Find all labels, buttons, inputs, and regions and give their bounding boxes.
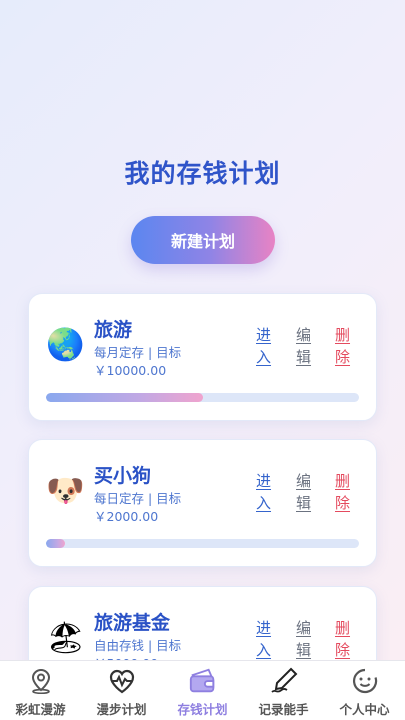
plan-card[interactable]: 🐶 买小狗 每日定存 | 目标 ￥2000.00 进入 编辑 删除	[28, 439, 377, 567]
heartbeat-icon	[107, 667, 137, 695]
tab-label: 漫步计划	[96, 702, 147, 717]
delete-link[interactable]: 删除	[335, 617, 355, 661]
plan-target-amount: ￥10000.00	[94, 363, 167, 378]
enter-link[interactable]: 进入	[256, 324, 276, 368]
edit-link[interactable]: 编辑	[296, 324, 316, 368]
tab-label: 彩虹漫游	[15, 702, 66, 717]
progress-bar	[46, 539, 359, 548]
progress-fill	[46, 539, 65, 548]
map-pin-icon	[26, 667, 56, 695]
edit-link[interactable]: 编辑	[296, 470, 316, 514]
plan-card[interactable]: 🌏 旅游 每月定存 | 目标 ￥10000.00 进入 编辑 删除	[28, 293, 377, 421]
plan-target-amount: ￥2000.00	[94, 509, 159, 524]
plan-name: 买小狗	[94, 465, 152, 487]
plan-name: 旅游	[94, 319, 133, 341]
plan-mode: 自由存钱 | 目标	[94, 638, 182, 653]
tab-rainbow-roam[interactable]: 彩虹漫游	[0, 661, 81, 720]
plan-description: 每月定存 | 目标 ￥10000.00	[94, 344, 194, 380]
tab-personal-center[interactable]: 个人中心	[324, 661, 405, 720]
edit-link[interactable]: 编辑	[296, 617, 316, 661]
smiley-icon	[350, 667, 380, 695]
tab-label: 存钱计划	[177, 702, 228, 717]
progress-bar	[46, 393, 359, 402]
enter-link[interactable]: 进入	[256, 617, 276, 661]
beach-icon: 🏖	[46, 620, 86, 656]
tab-record-master[interactable]: 记录能手	[243, 661, 324, 720]
plan-mode: 每月定存 | 目标	[94, 345, 182, 360]
dog-icon: 🐶	[46, 473, 85, 509]
globe-icon: 🌏	[46, 327, 85, 363]
plan-mode: 每日定存 | 目标	[94, 491, 182, 506]
wallet-icon	[188, 667, 218, 695]
plan-description: 每日定存 | 目标 ￥2000.00	[94, 490, 194, 526]
delete-link[interactable]: 删除	[335, 324, 355, 368]
enter-link[interactable]: 进入	[256, 470, 276, 514]
new-plan-button[interactable]: 新建计划	[131, 216, 275, 264]
progress-fill	[46, 393, 203, 402]
delete-link[interactable]: 删除	[335, 470, 355, 514]
tab-label: 个人中心	[339, 702, 390, 717]
tab-label: 记录能手	[258, 702, 309, 717]
bottom-tab-bar: 彩虹漫游 漫步计划 存钱计划 记录能手 个人中心	[0, 660, 405, 720]
tab-walk-plan[interactable]: 漫步计划	[81, 661, 162, 720]
plan-name: 旅游基金	[94, 612, 171, 634]
pen-icon	[269, 667, 299, 695]
page-title: 我的存钱计划	[124, 159, 281, 188]
tab-saving-plan[interactable]: 存钱计划	[162, 661, 243, 720]
